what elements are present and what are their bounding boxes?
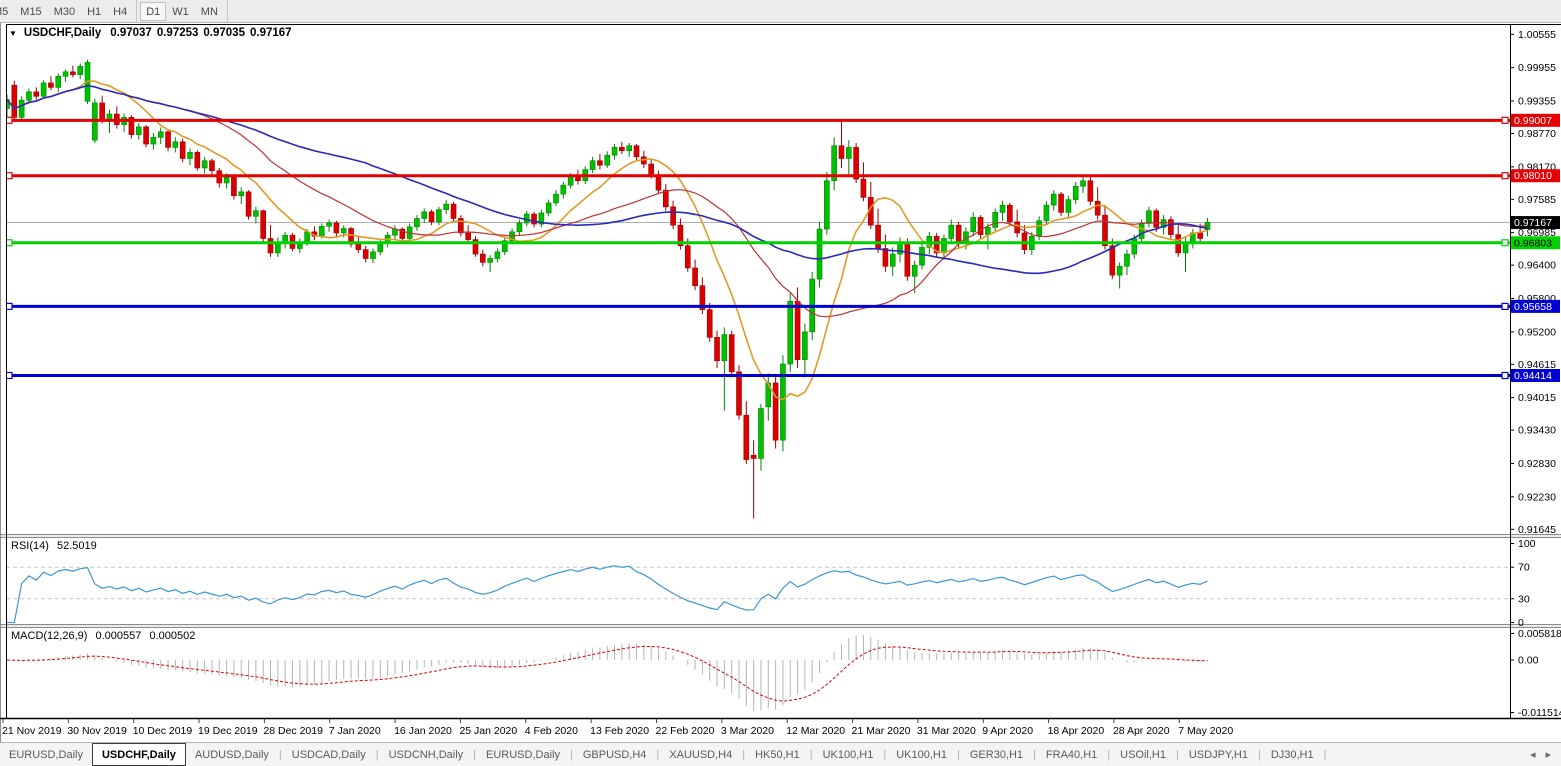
price-badge-0.95658: 0.95658 (1511, 300, 1560, 313)
price-badge-0.99007: 0.99007 (1511, 114, 1560, 127)
svg-text:0.92230: 0.92230 (1518, 491, 1556, 503)
svg-text:0.99007: 0.99007 (1514, 115, 1552, 127)
svg-text:31 Mar 2020: 31 Mar 2020 (917, 725, 976, 737)
svg-text:28 Dec 2019: 28 Dec 2019 (263, 725, 323, 737)
timeframe-button-w1[interactable]: W1 (166, 2, 195, 21)
chart-tab-usdchf-daily[interactable]: USDCHF,Daily (92, 743, 186, 766)
svg-text:16 Jan 2020: 16 Jan 2020 (394, 725, 452, 737)
svg-text:30 Nov 2019: 30 Nov 2019 (67, 725, 127, 737)
svg-text:0.96803: 0.96803 (1514, 237, 1552, 249)
chart-tab-gbpusd-h4[interactable]: GBPUSD,H4 (574, 743, 656, 766)
chart-tab-ger30-h1[interactable]: GER30,H1 (961, 743, 1032, 766)
svg-text:30: 30 (1518, 593, 1530, 605)
svg-text:0.97585: 0.97585 (1518, 194, 1556, 206)
chart-tab-audusd-daily[interactable]: AUDUSD,Daily (186, 743, 278, 766)
svg-text:18 Apr 2020: 18 Apr 2020 (1048, 725, 1105, 737)
svg-text:1.00555: 1.00555 (1518, 29, 1556, 41)
svg-text:3 Mar 2020: 3 Mar 2020 (721, 725, 774, 737)
timeframe-button-m5[interactable]: M5 (0, 2, 14, 21)
svg-text:21 Nov 2019: 21 Nov 2019 (2, 725, 62, 737)
svg-text:0.92830: 0.92830 (1518, 458, 1556, 470)
chart-window: 1.005550.999550.993550.987700.981700.975… (0, 23, 1561, 742)
timeframe-toolbar: M5M15M30H1H4 D1W1MN (0, 0, 1561, 23)
svg-text:7 Jan 2020: 7 Jan 2020 (329, 725, 381, 737)
chart-tab-eurusd-daily[interactable]: EURUSD,Daily (477, 743, 569, 766)
svg-text:4 Feb 2020: 4 Feb 2020 (525, 725, 578, 737)
price-badge-0.94414: 0.94414 (1511, 369, 1560, 382)
chart-tabs-bar: EURUSD,DailyUSDCHF,DailyAUDUSD,Daily|USD… (0, 742, 1561, 766)
timeframe-button-h4[interactable]: H4 (107, 2, 133, 21)
chart-tab-xauusd-h4[interactable]: XAUUSD,H4 (660, 743, 741, 766)
mt4-chart-screen: M5M15M30H1H4 D1W1MN 1.00555 0.99955 0.99355… (0, 0, 1561, 766)
toolbar-separator (136, 0, 137, 23)
panel-separator (0, 534, 1561, 538)
svg-text:25 Jan 2020: 25 Jan 2020 (459, 725, 517, 737)
chart-tab-usdcnh-daily[interactable]: USDCNH,Daily (380, 743, 473, 766)
svg-text:21 Mar 2020: 21 Mar 2020 (852, 725, 911, 737)
svg-text:10 Dec 2019: 10 Dec 2019 (133, 725, 193, 737)
svg-text:0.93430: 0.93430 (1518, 425, 1556, 437)
svg-text:13 Feb 2020: 13 Feb 2020 (590, 725, 649, 737)
tab-scroll-arrows: ◂▸ (1530, 748, 1551, 761)
svg-text:100: 100 (1518, 538, 1536, 550)
timeframe-button-m15[interactable]: M15 (14, 2, 47, 21)
svg-text:70: 70 (1518, 562, 1530, 574)
chart-canvas[interactable]: 1.005550.999550.993550.987700.981700.975… (0, 23, 1561, 742)
svg-text:0.96400: 0.96400 (1518, 260, 1556, 272)
svg-text:22 Feb 2020: 22 Feb 2020 (656, 725, 715, 737)
svg-text:0.00: 0.00 (1518, 655, 1539, 667)
chart-tab-dj30-h1[interactable]: DJ30,H1 (1262, 743, 1323, 766)
svg-text:28 Apr 2020: 28 Apr 2020 (1113, 725, 1170, 737)
timeframe-buttons: M5M15M30H1H4 D1W1MN (0, 0, 231, 22)
timeframe-button-d1[interactable]: D1 (140, 2, 166, 21)
tabs-scroll-right-icon[interactable]: ▸ (1545, 748, 1551, 761)
price-badge-0.96803: 0.96803 (1511, 236, 1560, 249)
svg-text:9 Apr 2020: 9 Apr 2020 (982, 725, 1033, 737)
svg-text:19 Dec 2019: 19 Dec 2019 (198, 725, 258, 737)
chart-menu-icon[interactable]: ▼ (9, 29, 17, 38)
chart-tab-usdjpy-h1[interactable]: USDJPY,H1 (1180, 743, 1257, 766)
chart-tab-fra40-h1[interactable]: FRA40,H1 (1037, 743, 1106, 766)
tabs-scroll-left-icon[interactable]: ◂ (1530, 748, 1536, 761)
svg-text:0.005818: 0.005818 (1518, 628, 1561, 640)
timeframe-button-m30[interactable]: M30 (48, 2, 81, 21)
svg-text:7 May 2020: 7 May 2020 (1178, 725, 1233, 737)
svg-text:12 Mar 2020: 12 Mar 2020 (786, 725, 845, 737)
tab-separator: | (1323, 749, 1328, 761)
chart-tab-usdcad-daily[interactable]: USDCAD,Daily (283, 743, 375, 766)
svg-text:0.98770: 0.98770 (1518, 128, 1556, 140)
svg-text:0.99955: 0.99955 (1518, 62, 1556, 74)
svg-text:0.94414: 0.94414 (1514, 370, 1552, 382)
svg-text:-0.011514: -0.011514 (1518, 707, 1561, 719)
svg-text:0.98010: 0.98010 (1514, 170, 1552, 182)
svg-text:0.95200: 0.95200 (1518, 326, 1556, 338)
svg-text:0.99355: 0.99355 (1518, 96, 1556, 108)
svg-text:0.91645: 0.91645 (1518, 524, 1556, 536)
svg-text:0.95658: 0.95658 (1514, 301, 1552, 313)
toolbar-separator (227, 0, 228, 23)
chart-tab-usoil-h1[interactable]: USOil,H1 (1111, 743, 1175, 766)
price-badge-0.98010: 0.98010 (1511, 169, 1560, 182)
chart-tab-eurusd-daily[interactable]: EURUSD,Daily (0, 743, 92, 766)
chart-tab-hk50-h1[interactable]: HK50,H1 (746, 743, 809, 766)
timeframe-button-h1[interactable]: H1 (81, 2, 107, 21)
chart-tab-uk100-h1[interactable]: UK100,H1 (814, 743, 883, 766)
current-price-badge: 0.97167 (1511, 216, 1560, 229)
panel-separator (0, 624, 1561, 628)
chart-tab-uk100-h1[interactable]: UK100,H1 (887, 743, 956, 766)
svg-text:0.97167: 0.97167 (1514, 217, 1552, 229)
timeframe-button-mn[interactable]: MN (195, 2, 224, 21)
svg-text:0.94015: 0.94015 (1518, 392, 1556, 404)
